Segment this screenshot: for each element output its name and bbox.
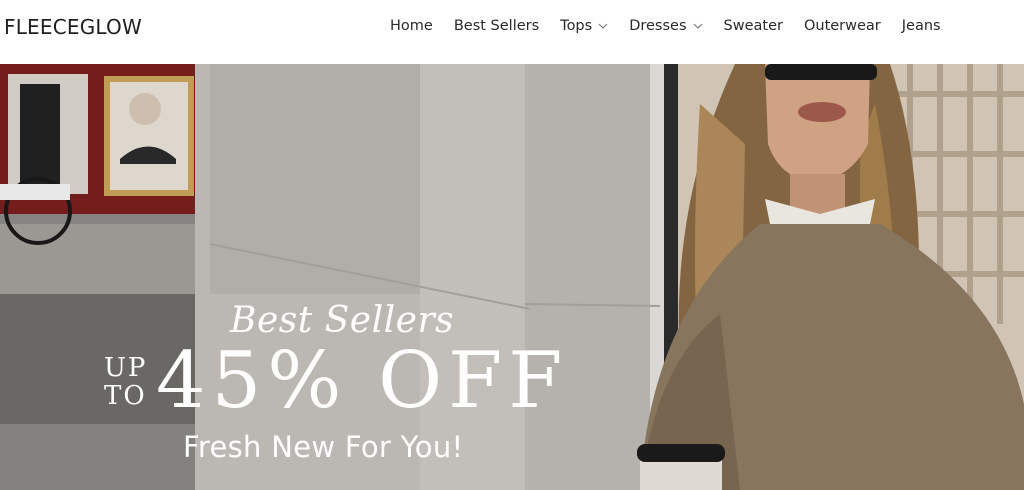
nav-item-tops[interactable]: Tops: [560, 18, 608, 34]
main-nav: Home Best Sellers Tops Dresses Sweater O…: [390, 18, 941, 34]
nav-item-label: Sweater: [723, 18, 783, 34]
nav-item-dresses[interactable]: Dresses: [629, 18, 702, 34]
hero-up-line: UP: [104, 353, 148, 383]
hero-discount: 45% OFF: [156, 336, 569, 426]
chevron-down-icon: [693, 23, 702, 29]
nav-item-jeans[interactable]: Jeans: [902, 18, 941, 34]
nav-item-label: Jeans: [901, 18, 941, 34]
hero-title: Best Sellers: [230, 300, 455, 341]
site-header: FLEECEGLOW Home Best Sellers Tops Dresse…: [0, 0, 1024, 64]
nav-item-label: Home: [390, 18, 433, 34]
nav-item-label: Outerwear: [803, 18, 881, 34]
hero-subtitle: Fresh New For You!: [183, 430, 464, 464]
nav-item-label: Tops: [560, 18, 593, 34]
nav-item-sweater[interactable]: Sweater: [724, 18, 783, 34]
brand-logo[interactable]: FLEECEGLOW: [4, 15, 142, 39]
nav-item-home[interactable]: Home: [390, 18, 433, 34]
hero-to-line: TO: [104, 381, 147, 411]
hero-up-to: UP TO: [104, 354, 156, 410]
nav-item-label: Dresses: [629, 18, 687, 34]
hero-banner[interactable]: Best Sellers UP TO 45% OFF Fresh New For…: [0, 64, 1024, 490]
chevron-down-icon: [598, 23, 608, 29]
nav-item-best-sellers[interactable]: Best Sellers: [454, 18, 539, 34]
nav-item-outerwear[interactable]: Outerwear: [804, 18, 881, 34]
hero-text-block: Best Sellers UP TO 45% OFF Fresh New For…: [0, 64, 1024, 490]
nav-item-label: Best Sellers: [453, 18, 540, 34]
